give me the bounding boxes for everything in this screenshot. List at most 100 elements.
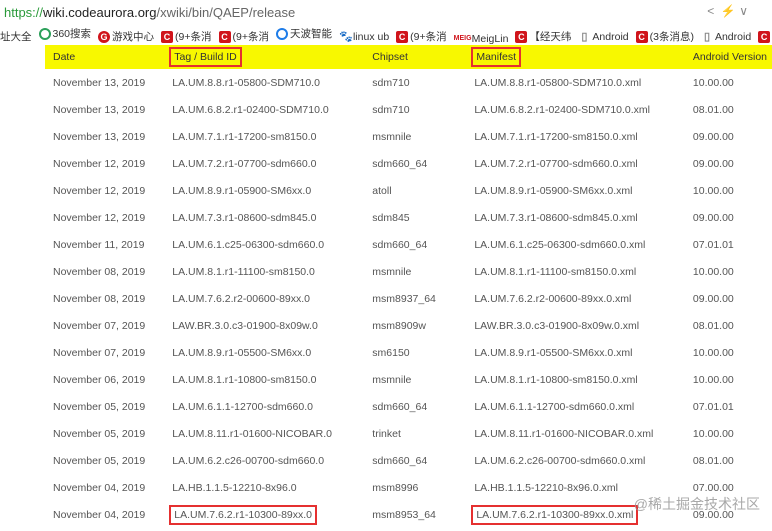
cell-tag[interactable]: LA.UM.8.9.r1-05900-SM6xx.0 — [172, 177, 372, 204]
cell-tag[interactable]: LA.UM.7.3.r1-08600-sdm845.0 — [172, 204, 372, 231]
cell-manifest[interactable]: LA.UM.8.9.r1-05500-SM6xx.0.xml — [474, 339, 693, 366]
chevron-down-icon[interactable]: ∨ — [739, 4, 748, 18]
bookmark-favicon-icon — [38, 27, 51, 40]
bookmark-label: MeigLin — [471, 32, 509, 45]
bookmark-item[interactable]: C (3条消息) — [635, 29, 694, 44]
cell-tag[interactable]: LA.UM.6.2.c26-00700-sdm660.0 — [172, 447, 372, 474]
bookmark-label: 360搜索 — [52, 28, 92, 40]
cell-tag[interactable]: LA.HB.1.1.5-12210-8x96.0 — [172, 474, 372, 501]
cell-android-version: 09.00.00 — [692, 157, 734, 170]
cell-tag[interactable]: LAW.BR.3.0.c3-01900-8x09w.0 — [172, 312, 372, 339]
cell-manifest[interactable]: LA.UM.7.3.r1-08600-sdm845.0.xml — [474, 204, 693, 231]
cell-tag[interactable]: LA.UM.6.1.c25-06300-sdm660.0 — [172, 231, 372, 258]
bookmark-item[interactable]: ▯ Android — [701, 31, 751, 43]
cell-date: November 13, 2019 — [53, 130, 146, 143]
cell-android-version: 07.01.01 — [692, 238, 734, 251]
cell-manifest[interactable]: LA.UM.6.2.c26-00700-sdm660.0.xml — [474, 447, 693, 474]
cell-tag[interactable]: LA.UM.7.2.r1-07700-sdm660.0 — [172, 150, 372, 177]
bookmark-item[interactable]: C(3条 — [758, 29, 772, 44]
table-header-row: Date Tag / Build ID Chipset Manifest And… — [45, 45, 772, 69]
cell-manifest[interactable]: LA.UM.8.1.r1-10800-sm8150.0.xml — [474, 366, 693, 393]
cell-date: November 05, 2019 — [53, 427, 146, 440]
cell-chipset: sdm710 — [372, 76, 410, 89]
cell-chipset: sdm660_64 — [372, 157, 428, 170]
bookmark-item[interactable]: 天波智能 — [275, 26, 332, 41]
table-row: November 12, 2019 LA.UM.7.3.r1-08600-sdm8… — [45, 204, 772, 231]
cell-android-version: 10.00.00 — [692, 184, 734, 197]
cell-tag[interactable]: LA.UM.8.1.r1-11100-sm8150.0 — [172, 258, 372, 285]
cell-android-version: 08.01.00 — [692, 454, 734, 467]
cell-tag[interactable]: LA.UM.8.1.r1-10800-sm8150.0 — [172, 366, 372, 393]
cell-date: November 04, 2019 — [53, 481, 146, 494]
cell-manifest[interactable]: LA.UM.8.8.r1-05800-SDM710.0.xml — [474, 69, 693, 96]
cell-tag[interactable]: LA.UM.6.1.1-12700-sdm660.0 — [172, 393, 372, 420]
table-row: November 08, 2019 LA.UM.7.6.2.r2-00600-89… — [45, 285, 772, 312]
bookmark-item[interactable]: 址大全 — [0, 29, 32, 44]
cell-manifest[interactable]: LA.UM.7.6.2.r2-00600-89xx.0.xml — [474, 285, 693, 312]
cell-manifest[interactable]: LA.UM.6.8.2.r1-02400-SDM710.0.xml — [474, 96, 693, 123]
address-bar[interactable]: https://wiki.codeaurora.org/xwiki/bin/QA… — [0, 0, 772, 24]
bookmark-item[interactable]: G 游戏中心 — [98, 29, 154, 44]
cell-android-version: 07.01.01 — [692, 400, 734, 413]
cell-chipset: sdm710 — [372, 103, 410, 116]
bookmark-favicon-icon: C — [758, 30, 771, 43]
cell-tag[interactable]: LA.UM.8.9.r1-05500-SM6xx.0 — [172, 339, 372, 366]
cell-chipset: sdm845 — [372, 211, 410, 224]
share-icon[interactable]: < — [707, 4, 714, 18]
cell-tag[interactable]: LA.UM.8.8.r1-05800-SDM710.0 — [172, 69, 372, 96]
table-row: November 11, 2019 LA.UM.6.1.c25-06300-sdm… — [45, 231, 772, 258]
cell-tag[interactable]: LA.UM.8.11.r1-01600-NICOBAR.0 — [172, 420, 372, 447]
cell-manifest[interactable]: LA.UM.6.1.c25-06300-sdm660.0.xml — [474, 231, 693, 258]
bookmark-item[interactable]: MEIG MeigLin — [454, 33, 509, 45]
bookmark-label: (9+条消 — [410, 31, 447, 43]
bookmark-favicon-icon: MEIG — [453, 34, 472, 42]
cell-tag[interactable]: LA.UM.7.1.r1-17200-sm8150.0 — [172, 123, 372, 150]
cell-date: November 11, 2019 — [53, 238, 145, 251]
bookmark-label: 游戏中心 — [112, 31, 155, 43]
bookmark-item[interactable]: 🐾 linux ub — [339, 31, 389, 43]
bookmark-label: (9+条消 — [175, 31, 212, 43]
bookmark-item[interactable]: C (9+条消 — [218, 29, 269, 44]
cell-manifest[interactable]: LA.UM.8.9.r1-05900-SM6xx.0.xml — [474, 177, 693, 204]
cell-android-version: 09.00.00 — [692, 130, 734, 143]
bookmark-favicon-icon: 🐾 — [338, 30, 353, 43]
cell-android-version: 10.00.00 — [692, 346, 734, 359]
bookmark-label: Android — [714, 30, 752, 43]
bookmark-label: (9+条消 — [232, 31, 269, 43]
cell-date: November 08, 2019 — [53, 265, 146, 278]
cell-manifest[interactable]: LA.UM.7.2.r1-07700-sdm660.0.xml — [474, 150, 693, 177]
cell-chipset: trinket — [372, 427, 401, 440]
table-row: November 13, 2019 LA.UM.8.8.r1-05800-SDM7… — [45, 69, 772, 96]
bolt-icon[interactable]: ⚡ — [721, 4, 736, 18]
bookmark-item[interactable]: C (9+条消 — [161, 29, 212, 44]
bookmark-label: linux ub — [352, 30, 390, 43]
url-text[interactable]: https://wiki.codeaurora.org/xwiki/bin/QA… — [4, 5, 295, 20]
cell-manifest[interactable]: LA.UM.8.11.r1-01600-NICOBAR.0.xml — [474, 420, 693, 447]
cell-date: November 05, 2019 — [53, 400, 146, 413]
cell-manifest[interactable]: LA.UM.8.1.r1-11100-sm8150.0.xml — [474, 258, 693, 285]
bookmark-item[interactable]: ▯ Android — [578, 31, 628, 43]
cell-chipset: msmnile — [372, 373, 412, 386]
bookmark-item[interactable]: C (9+条消 — [396, 29, 447, 44]
cell-chipset: msm8937_64 — [372, 292, 436, 305]
cell-tag[interactable]: LA.UM.6.8.2.r1-02400-SDM710.0 — [172, 96, 372, 123]
table-row: November 12, 2019 LA.UM.7.2.r1-07700-sdm6… — [45, 150, 772, 177]
cell-android-version: 10.00.00 — [692, 265, 734, 278]
cell-manifest[interactable]: LAW.BR.3.0.c3-01900-8x09w.0.xml — [474, 312, 693, 339]
cell-tag[interactable]: LA.UM.7.6.2.r2-00600-89xx.0 — [172, 285, 372, 312]
cell-date: November 06, 2019 — [53, 373, 146, 386]
cell-android-version: 09.00.00 — [692, 211, 734, 224]
cell-chipset: atoll — [372, 184, 392, 197]
cell-date: November 12, 2019 — [53, 184, 146, 197]
cell-date: November 12, 2019 — [53, 211, 146, 224]
cell-date: November 04, 2019 — [53, 508, 146, 521]
cell-date: November 13, 2019 — [53, 103, 146, 116]
cell-tag[interactable]: LA.UM.7.6.2.r1-10300-89xx.0 — [169, 501, 372, 528]
cell-date: November 07, 2019 — [53, 346, 146, 359]
bookmark-item[interactable]: 360搜索 — [38, 26, 92, 41]
cell-manifest[interactable]: LA.UM.7.1.r1-17200-sm8150.0.xml — [474, 123, 693, 150]
bookmark-favicon-icon: C — [515, 30, 528, 43]
table-row: November 05, 2019 LA.UM.6.2.c26-00700-sdm… — [45, 447, 772, 474]
bookmark-item[interactable]: C 【经天纬 — [515, 29, 571, 44]
cell-manifest[interactable]: LA.UM.6.1.1-12700-sdm660.0.xml — [474, 393, 693, 420]
